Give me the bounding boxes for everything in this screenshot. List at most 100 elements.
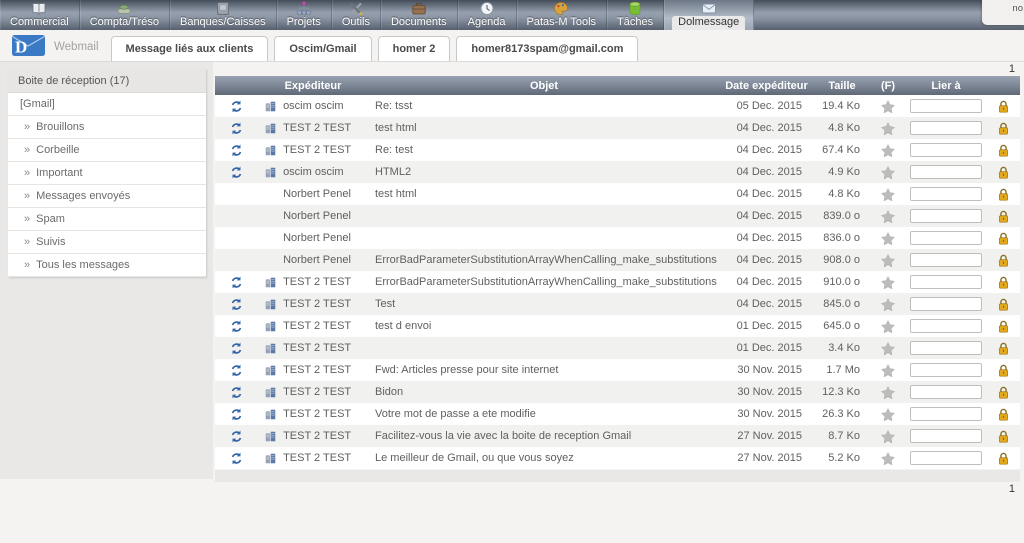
link-input[interactable] xyxy=(910,297,982,311)
subject-label[interactable]: HTML2 xyxy=(369,161,719,183)
link-input[interactable] xyxy=(910,143,982,157)
table-row[interactable]: TEST 2 TEST Fwd: Articles presse pour si… xyxy=(215,359,1020,381)
link-input[interactable] xyxy=(910,253,982,267)
star-icon[interactable] xyxy=(881,385,895,399)
star-icon[interactable] xyxy=(881,451,895,465)
table-row[interactable]: TEST 2 TEST Test 04 Dec. 2015 845.0 o xyxy=(215,293,1020,315)
lock-icon[interactable] xyxy=(998,320,1009,333)
tab-message-li-s-aux-clients[interactable]: Message liés aux clients xyxy=(110,36,269,61)
tab-homer-2[interactable]: homer 2 xyxy=(377,36,451,61)
star-icon[interactable] xyxy=(881,187,895,201)
subject-label[interactable]: Facilitez-vous la vie avec la boite de r… xyxy=(369,425,719,447)
sidebar-item-suivis[interactable]: » Suivis xyxy=(8,231,206,254)
link-input[interactable] xyxy=(910,363,982,377)
table-row[interactable]: TEST 2 TEST Le meilleur de Gmail, ou que… xyxy=(215,447,1020,469)
lock-icon[interactable] xyxy=(998,386,1009,399)
menubar-item-documents[interactable]: Documents xyxy=(381,0,458,30)
link-input[interactable] xyxy=(910,209,982,223)
link-input[interactable] xyxy=(910,187,982,201)
sidebar-item-important[interactable]: » Important xyxy=(8,162,206,185)
subject-label[interactable]: ErrorBadParameterSubstitutionArrayWhenCa… xyxy=(369,271,719,293)
subject-label[interactable] xyxy=(369,337,719,359)
subject-label[interactable]: test d envoi xyxy=(369,315,719,337)
sync-icon[interactable] xyxy=(230,364,243,376)
sync-icon[interactable] xyxy=(230,144,243,156)
lock-icon[interactable] xyxy=(998,188,1009,201)
sync-icon[interactable] xyxy=(230,122,243,134)
table-row[interactable]: TEST 2 TEST test d envoi 01 Dec. 2015 64… xyxy=(215,315,1020,337)
star-icon[interactable] xyxy=(881,341,895,355)
lock-icon[interactable] xyxy=(998,254,1009,267)
table-row[interactable]: Norbert Penel 04 Dec. 2015 839.0 o xyxy=(215,205,1020,227)
col-date[interactable]: Date expéditeur xyxy=(719,76,814,95)
lock-icon[interactable] xyxy=(998,408,1009,421)
link-input[interactable] xyxy=(910,231,982,245)
table-row[interactable]: Norbert Penel ErrorBadParameterSubstitut… xyxy=(215,249,1020,271)
table-row[interactable]: TEST 2 TEST Re: test 04 Dec. 2015 67.4 K… xyxy=(215,139,1020,161)
star-icon[interactable] xyxy=(881,429,895,443)
col-taille[interactable]: Taille xyxy=(814,76,870,95)
lock-icon[interactable] xyxy=(998,122,1009,135)
sync-icon[interactable] xyxy=(230,452,243,464)
star-icon[interactable] xyxy=(881,165,895,179)
star-icon[interactable] xyxy=(881,253,895,267)
table-row[interactable]: TEST 2 TEST Votre mot de passe a ete mod… xyxy=(215,403,1020,425)
star-icon[interactable] xyxy=(881,297,895,311)
sync-icon[interactable] xyxy=(230,166,243,178)
company-icon[interactable] xyxy=(265,123,279,135)
table-row[interactable]: oscim oscim Re: tsst 05 Dec. 2015 19.4 K… xyxy=(215,95,1020,117)
sidebar-item-brouillons[interactable]: » Brouillons xyxy=(8,116,206,139)
sidebar-item-messages-envoy-s[interactable]: » Messages envoyés xyxy=(8,185,206,208)
company-icon[interactable] xyxy=(265,409,279,421)
menubar-item-compta-tr-so[interactable]: Compta/Tréso xyxy=(80,0,170,30)
company-icon[interactable] xyxy=(265,365,279,377)
link-input[interactable] xyxy=(910,121,982,135)
lock-icon[interactable] xyxy=(998,452,1009,465)
subject-label[interactable]: Bidon xyxy=(369,381,719,403)
lock-icon[interactable] xyxy=(998,166,1009,179)
col-objet[interactable]: Objet xyxy=(369,76,719,95)
subject-label[interactable]: test html xyxy=(369,117,719,139)
sidebar-item-spam[interactable]: » Spam xyxy=(8,208,206,231)
subject-label[interactable]: Test xyxy=(369,293,719,315)
table-row[interactable]: TEST 2 TEST Facilitez-vous la vie avec l… xyxy=(215,425,1020,447)
menubar-item-agenda[interactable]: Agenda xyxy=(458,0,517,30)
menubar-item-patas-m-tools[interactable]: Patas-M Tools xyxy=(517,0,608,30)
menubar-item-outils[interactable]: Outils xyxy=(332,0,381,30)
link-input[interactable] xyxy=(910,341,982,355)
link-input[interactable] xyxy=(910,385,982,399)
lock-icon[interactable] xyxy=(998,100,1009,113)
menubar-item-t-ches[interactable]: Tâches xyxy=(607,0,665,30)
star-icon[interactable] xyxy=(881,275,895,289)
subject-label[interactable]: Re: tsst xyxy=(369,95,719,117)
star-icon[interactable] xyxy=(881,121,895,135)
company-icon[interactable] xyxy=(265,101,279,113)
sidebar-item--gmail-[interactable]: » [Gmail] xyxy=(8,93,206,116)
sidebar-item-tous-les-messages[interactable]: » Tous les messages xyxy=(8,254,206,277)
link-input[interactable] xyxy=(910,99,982,113)
lock-icon[interactable] xyxy=(998,364,1009,377)
tab-homer8173spam-gmail-com[interactable]: homer8173spam@gmail.com xyxy=(456,36,639,61)
lock-icon[interactable] xyxy=(998,210,1009,223)
col-lier-a[interactable]: Lier à xyxy=(906,76,986,95)
link-input[interactable] xyxy=(910,319,982,333)
subject-label[interactable] xyxy=(369,205,719,227)
company-icon[interactable] xyxy=(265,387,279,399)
menubar-item-dolmessage[interactable]: Dolmessage xyxy=(664,0,755,30)
subject-label[interactable]: Re: test xyxy=(369,139,719,161)
tab-oscim-gmail[interactable]: Oscim/Gmail xyxy=(274,36,372,61)
sync-icon[interactable] xyxy=(230,320,243,332)
lock-icon[interactable] xyxy=(998,144,1009,157)
subject-label[interactable]: Fwd: Articles presse pour site internet xyxy=(369,359,719,381)
sidebar-item-corbeille[interactable]: » Corbeille xyxy=(8,139,206,162)
sync-icon[interactable] xyxy=(230,298,243,310)
sync-icon[interactable] xyxy=(230,342,243,354)
company-icon[interactable] xyxy=(265,343,279,355)
company-icon[interactable] xyxy=(265,431,279,443)
sync-icon[interactable] xyxy=(230,100,243,112)
link-input[interactable] xyxy=(910,407,982,421)
lock-icon[interactable] xyxy=(998,232,1009,245)
company-icon[interactable] xyxy=(265,145,279,157)
star-icon[interactable] xyxy=(881,363,895,377)
subject-label[interactable] xyxy=(369,227,719,249)
